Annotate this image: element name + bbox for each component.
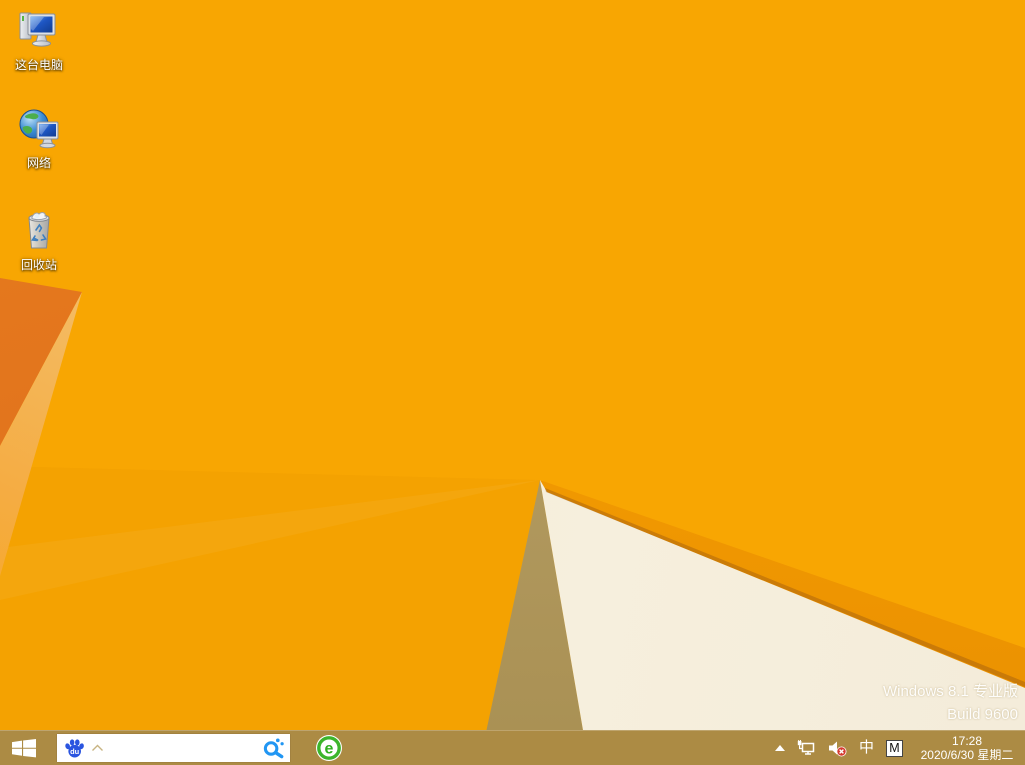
search-input[interactable] [104,736,262,760]
watermark-build: Build 9600 [883,703,1018,726]
start-button[interactable] [0,731,47,765]
clock-date: 2020/6/30 星期二 [915,748,1019,762]
recycle-bin-icon [17,208,61,254]
desktop-icon-label: 这台电脑 [15,56,63,73]
volume-tray-button[interactable] [828,740,847,757]
desktop-icon-label: 回收站 [21,256,57,273]
wallpaper-edge-shadow [0,0,1025,765]
watermark-edition: Windows 8.1 专业版 [883,680,1018,703]
wallpaper-fold-highlight [0,0,1025,765]
up-arrow-icon [775,745,785,751]
clock-time: 17:28 [915,734,1019,748]
wallpaper-facet-wedge [0,0,1025,765]
wallpaper-tan-triangle [0,0,1025,765]
desktop-icon-recycle-bin[interactable]: 回收站 [6,208,72,273]
baidu-paw-icon[interactable]: du [64,738,85,758]
taskbar-app-360-browser[interactable]: e [314,733,344,763]
network-tray-button[interactable] [797,740,816,757]
browser-e-icon: e [315,734,343,762]
ime-language-indicator[interactable]: 中 [859,739,874,757]
windows-watermark: Windows 8.1 专业版 Build 9600 [883,680,1018,726]
wallpaper-cream-triangle [0,0,1025,765]
ime-mode-indicator[interactable]: M [886,740,903,757]
desktop-icon-label: 网络 [27,154,51,171]
wallpaper-edge-stripe [0,0,1025,765]
desktop-icon-this-pc[interactable]: 这台电脑 [6,8,72,73]
chevron-up-icon[interactable] [91,744,104,752]
this-pc-icon [17,8,61,54]
volume-muted-icon [828,740,847,757]
wallpaper-fold-dark-orange [0,0,1025,765]
taskbar-search-box[interactable]: du [57,734,290,762]
wallpaper-facet-bottom [0,0,1025,765]
svg-text:du: du [70,747,80,756]
windows-start-icon [12,739,36,758]
desktop-icon-network[interactable]: 网络 [6,106,72,171]
show-hidden-icons-button[interactable] [775,745,785,751]
svg-text:e: e [325,741,334,758]
taskbar: du e [0,730,1025,765]
taskbar-clock[interactable]: 17:28 2020/6/30 星期二 [915,734,1019,762]
network-globe-icon [17,106,61,152]
system-tray: 中 M 17:28 2020/6/30 星期二 [775,731,1025,765]
network-status-icon [797,740,816,757]
baidu-search-icon[interactable] [262,737,285,759]
